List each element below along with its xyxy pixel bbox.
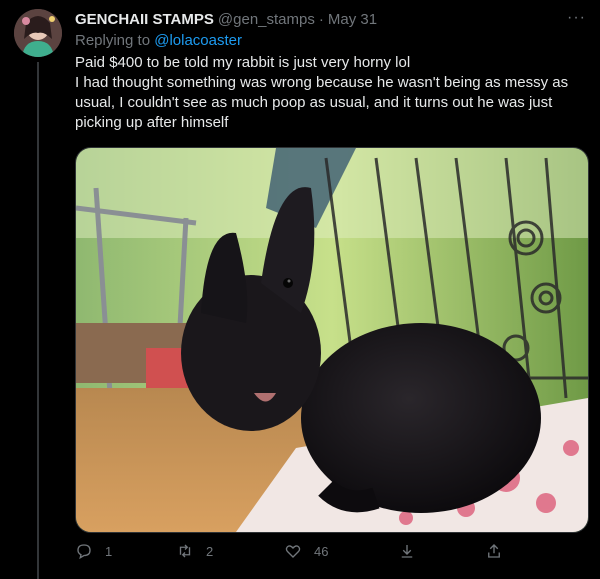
reply-prefix: Replying to [75, 32, 151, 49]
tweet-date[interactable]: May 31 [328, 11, 377, 28]
reply-count: 1 [105, 543, 113, 559]
action-bar: 1 2 46 [75, 542, 515, 566]
tweet-text-line: Paid $400 to be told my rabbit is just v… [75, 54, 411, 71]
rabbit-photo [76, 148, 588, 532]
reply-bubble-icon [77, 544, 91, 560]
author-handle[interactable]: @gen_stamps [218, 11, 315, 28]
tweet-photo[interactable] [75, 147, 589, 533]
reply-button[interactable]: 1 [75, 542, 112, 560]
avatar[interactable] [14, 9, 62, 57]
retweet-icon [179, 544, 191, 558]
avatar-image [14, 9, 62, 57]
tweet-text-line: I had thought something was wrong becaus… [75, 74, 569, 131]
reply-mention-link[interactable]: @lolacoaster [154, 32, 242, 49]
more-dots-icon[interactable]: ··· [567, 9, 586, 27]
share-button[interactable] [485, 542, 503, 560]
tweet-header: GENCHAII STAMPS @gen_stamps · May 31 [75, 9, 590, 29]
like-count: 46 [314, 543, 329, 559]
replying-to: Replying to @lolacoaster [75, 31, 590, 51]
tweet-content: GENCHAII STAMPS @gen_stamps · May 31 ···… [75, 9, 590, 133]
download-button[interactable] [398, 542, 416, 560]
tweet-text: Paid $400 to be told my rabbit is just v… [75, 53, 575, 133]
like-button[interactable]: 46 [284, 542, 328, 560]
share-icon [488, 544, 500, 558]
retweet-button[interactable]: 2 [176, 542, 213, 560]
retweet-count: 2 [206, 543, 214, 559]
heart-icon [285, 545, 301, 558]
thread-line [37, 62, 39, 579]
download-arrow-icon [401, 545, 413, 558]
author-name[interactable]: GENCHAII STAMPS [75, 11, 214, 28]
header-separator: · [318, 10, 324, 28]
